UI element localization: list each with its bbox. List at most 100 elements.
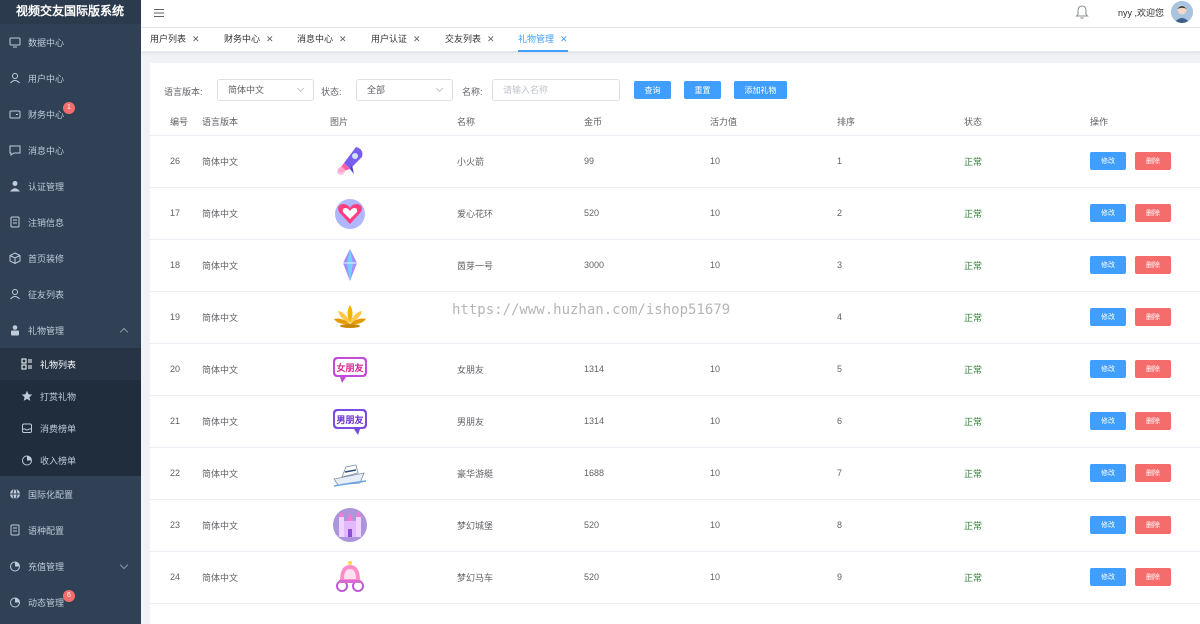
cell-language: 简体中文 bbox=[182, 447, 310, 500]
delete-button[interactable]: 删除 bbox=[1135, 152, 1171, 170]
yacht-icon bbox=[333, 464, 367, 487]
column-header-vitality: 活力值 bbox=[690, 108, 817, 136]
edit-button[interactable]: 修改 bbox=[1090, 152, 1126, 170]
sidebar-item-label: 充值管理 bbox=[28, 561, 65, 572]
cell-language: 简体中文 bbox=[182, 343, 310, 396]
sidebar-item-consumption-rank[interactable]: 消费榜单 bbox=[0, 412, 141, 444]
monitor-icon bbox=[9, 36, 21, 48]
close-icon[interactable]: ✕ bbox=[560, 34, 568, 44]
cell-status: 正常 bbox=[944, 187, 1070, 240]
cell-actions: 修改 删除 bbox=[1070, 239, 1200, 292]
delete-button[interactable]: 删除 bbox=[1135, 256, 1171, 274]
delete-button[interactable]: 删除 bbox=[1135, 360, 1171, 378]
gift-table: 编号 语言版本 图片 名称 金币 活力值 排序 状态 操作 26 简体中文 小火… bbox=[150, 108, 1200, 604]
sidebar-item-i18n-config[interactable]: 国际化配置 bbox=[0, 476, 141, 512]
name-search-input[interactable] bbox=[492, 79, 620, 101]
notification-badge: 1 bbox=[63, 102, 75, 114]
sidebar-item-gift-management[interactable]: 礼物管理 bbox=[0, 312, 141, 348]
sidebar-item-auth-management[interactable]: 认证管理 bbox=[0, 168, 141, 204]
delete-button[interactable]: 删除 bbox=[1135, 412, 1171, 430]
cell-actions: 修改 删除 bbox=[1070, 551, 1200, 604]
delete-button[interactable]: 删除 bbox=[1135, 568, 1171, 586]
edit-button[interactable]: 修改 bbox=[1090, 360, 1126, 378]
sidebar-item-label: 语种配置 bbox=[28, 525, 65, 536]
sidebar-item-gift-list[interactable]: 礼物列表 bbox=[0, 348, 141, 380]
sidebar-item-reward-gift[interactable]: 打赏礼物 bbox=[0, 380, 141, 412]
star-icon bbox=[21, 390, 33, 402]
cell-status: 正常 bbox=[944, 447, 1070, 500]
lock-user-icon bbox=[9, 324, 21, 336]
delete-button[interactable]: 删除 bbox=[1135, 516, 1171, 534]
tab-friend-list[interactable]: 交友列表 ✕ bbox=[445, 28, 495, 52]
user-outline-icon bbox=[9, 288, 21, 300]
sidebar-item-finance-center[interactable]: 财务中心 1 bbox=[0, 96, 141, 132]
query-button[interactable]: 查询 bbox=[634, 81, 671, 99]
close-icon[interactable]: ✕ bbox=[487, 34, 495, 44]
cell-language: 简体中文 bbox=[182, 135, 310, 188]
table-row: 21 简体中文 男朋友 男朋友 1314 10 6 正常 修改 删除 bbox=[150, 395, 1200, 448]
edit-button[interactable]: 修改 bbox=[1090, 412, 1126, 430]
edit-button[interactable]: 修改 bbox=[1090, 464, 1126, 482]
sidebar-item-language-config[interactable]: 语种配置 bbox=[0, 512, 141, 548]
sidebar-item-cancellation-info[interactable]: 注销信息 bbox=[0, 204, 141, 240]
close-icon[interactable]: ✕ bbox=[339, 34, 347, 44]
close-icon[interactable]: ✕ bbox=[266, 34, 274, 44]
edit-button[interactable]: 修改 bbox=[1090, 256, 1126, 274]
column-header-status: 状态 bbox=[944, 108, 1070, 136]
sidebar-item-home-decoration[interactable]: 首页装修 bbox=[0, 240, 141, 276]
add-gift-button[interactable]: 添加礼物 bbox=[734, 81, 787, 99]
cell-status: 正常 bbox=[944, 291, 1070, 344]
cell-image bbox=[310, 187, 437, 240]
sidebar-item-label: 国际化配置 bbox=[28, 489, 74, 500]
cell-coins: 99 bbox=[564, 135, 690, 188]
sidebar-item-moments-management[interactable]: 动态管理 6 bbox=[0, 584, 141, 620]
heart-wreath-icon bbox=[335, 199, 365, 229]
delete-button[interactable]: 删除 bbox=[1135, 308, 1171, 326]
sidebar-item-data-center[interactable]: 数据中心 bbox=[0, 24, 141, 60]
cell-vitality: 10 bbox=[690, 187, 817, 240]
chevron-down-icon bbox=[119, 560, 129, 570]
edit-button[interactable]: 修改 bbox=[1090, 516, 1126, 534]
tab-finance-center[interactable]: 财务中心 ✕ bbox=[224, 28, 274, 52]
avatar[interactable] bbox=[1171, 1, 1193, 23]
sidebar-item-income-rank[interactable]: 收入榜单 bbox=[0, 444, 141, 476]
table-row: 19 简体中文 4 正常 修改 删除 bbox=[150, 291, 1200, 344]
sidebar-item-friend-list[interactable]: 征友列表 bbox=[0, 276, 141, 312]
hamburger-icon[interactable] bbox=[153, 7, 165, 19]
sidebar-item-message-center[interactable]: 消息中心 bbox=[0, 132, 141, 168]
cell-actions: 修改 删除 bbox=[1070, 135, 1200, 188]
cell-image bbox=[310, 499, 437, 552]
edit-button[interactable]: 修改 bbox=[1090, 204, 1126, 222]
lotus-icon bbox=[334, 305, 366, 328]
close-icon[interactable]: ✕ bbox=[413, 34, 421, 44]
tab-user-auth[interactable]: 用户认证 ✕ bbox=[371, 28, 421, 52]
table-row: 17 简体中文 爱心花环 520 10 2 正常 修改 删除 bbox=[150, 187, 1200, 240]
reset-button[interactable]: 重置 bbox=[684, 81, 721, 99]
cell-coins: 520 bbox=[564, 187, 690, 240]
sidebar-item-recharge-management[interactable]: 充值管理 bbox=[0, 548, 141, 584]
cell-status: 正常 bbox=[944, 343, 1070, 396]
column-header-sort: 排序 bbox=[817, 108, 944, 136]
top-header: nyy ,欢迎您 bbox=[141, 0, 1200, 28]
sidebar-item-label: 打赏礼物 bbox=[40, 391, 77, 402]
column-header-name: 名称 bbox=[437, 108, 564, 136]
cell-language: 简体中文 bbox=[182, 499, 310, 552]
delete-button[interactable]: 删除 bbox=[1135, 464, 1171, 482]
cell-vitality bbox=[690, 291, 817, 344]
sidebar-item-label: 礼物管理 bbox=[28, 325, 65, 336]
cell-vitality: 10 bbox=[690, 395, 817, 448]
edit-button[interactable]: 修改 bbox=[1090, 308, 1126, 326]
wallet-icon bbox=[9, 108, 21, 120]
tab-user-list[interactable]: 用户列表 ✕ bbox=[150, 28, 200, 52]
edit-button[interactable]: 修改 bbox=[1090, 568, 1126, 586]
delete-button[interactable]: 删除 bbox=[1135, 204, 1171, 222]
language-select[interactable]: 简体中文 bbox=[217, 79, 314, 101]
bell-icon[interactable] bbox=[1074, 4, 1090, 20]
status-select[interactable]: 全部 bbox=[356, 79, 453, 101]
close-icon[interactable]: ✕ bbox=[192, 34, 200, 44]
globe-icon bbox=[9, 488, 21, 500]
sidebar-item-user-center[interactable]: 用户中心 bbox=[0, 60, 141, 96]
tab-gift-management[interactable]: 礼物管理 ✕ bbox=[518, 28, 568, 52]
tab-message-center[interactable]: 消息中心 ✕ bbox=[297, 28, 347, 52]
sidebar-item-label: 动态管理 bbox=[28, 597, 65, 608]
